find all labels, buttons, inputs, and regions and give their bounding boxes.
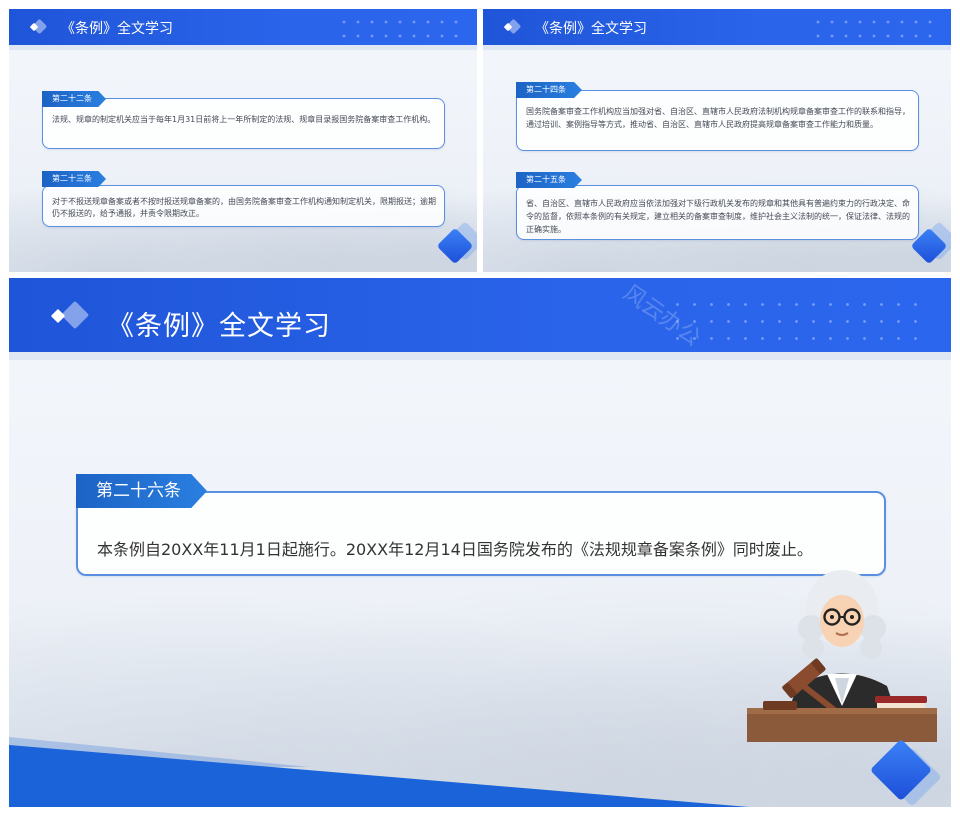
article-tag: 第二十五条 [516,172,582,188]
slide-2: 《条例》全文学习 国务院备案审查工作机构应当加强对省、自治区、直辖市人民政府法制… [483,9,951,272]
judge-illustration [747,570,937,742]
slide-title: 《条例》全文学习 [61,21,173,37]
dot-pattern [337,15,467,41]
dot-pattern [669,296,919,344]
article-text: 对于不报送规章备案或者不按时报送规章备案的，由国务院备案审查工作机构通知制定机关… [52,197,436,218]
header-diamond-icon [60,300,90,330]
article-tag: 第二十六条 [76,474,207,508]
slide-1: 《条例》全文学习 法规、规章的制定机关应当于每年1月31日前将上一年所制定的法规… [9,9,477,272]
article-card: 法规、规章的制定机关应当于每年1月31日前将上一年所制定的法规、规章目录报国务院… [42,98,445,149]
slide-header: 《条例》全文学习 风云办公 [9,278,951,360]
article-card: 省、自治区、直辖市人民政府应当依法加强对下级行政机关发布的规章和其他具有普遍约束… [516,185,919,240]
article-tag: 第二十二条 [42,91,106,107]
article-card: 国务院备案审查工作机构应当加强对省、自治区、直辖市人民政府法制机构规章备案审查工… [516,90,919,151]
article-card: 对于不报送规章备案或者不按时报送规章备案的，由国务院备案审查工作机构通知制定机关… [42,185,445,227]
article-text: 本条例自20XX年11月1日起施行。20XX年12月14日国务院发布的《法规规章… [97,540,813,559]
slide-title: 《条例》全文学习 [107,311,331,342]
dot-pattern [811,15,941,41]
slide-header: 《条例》全文学习 [9,9,477,50]
slide-3: 《条例》全文学习 风云办公 本条例自20XX年11月1日起施行。20XX年12月… [9,278,951,807]
article-tag: 第二十四条 [516,82,582,98]
article-text: 省、自治区、直辖市人民政府应当依法加强对下级行政机关发布的规章和其他具有普遍约束… [526,199,910,234]
article-card: 本条例自20XX年11月1日起施行。20XX年12月14日国务院发布的《法规规章… [76,491,886,576]
article-text: 法规、规章的制定机关应当于每年1月31日前将上一年所制定的法规、规章目录报国务院… [52,115,436,124]
article-tag: 第二十三条 [42,171,106,187]
slide-title: 《条例》全文学习 [535,21,647,37]
slide-header: 《条例》全文学习 [483,9,951,50]
article-text: 国务院备案审查工作机构应当加强对省、自治区、直辖市人民政府法制机构规章备案审查工… [526,107,910,129]
